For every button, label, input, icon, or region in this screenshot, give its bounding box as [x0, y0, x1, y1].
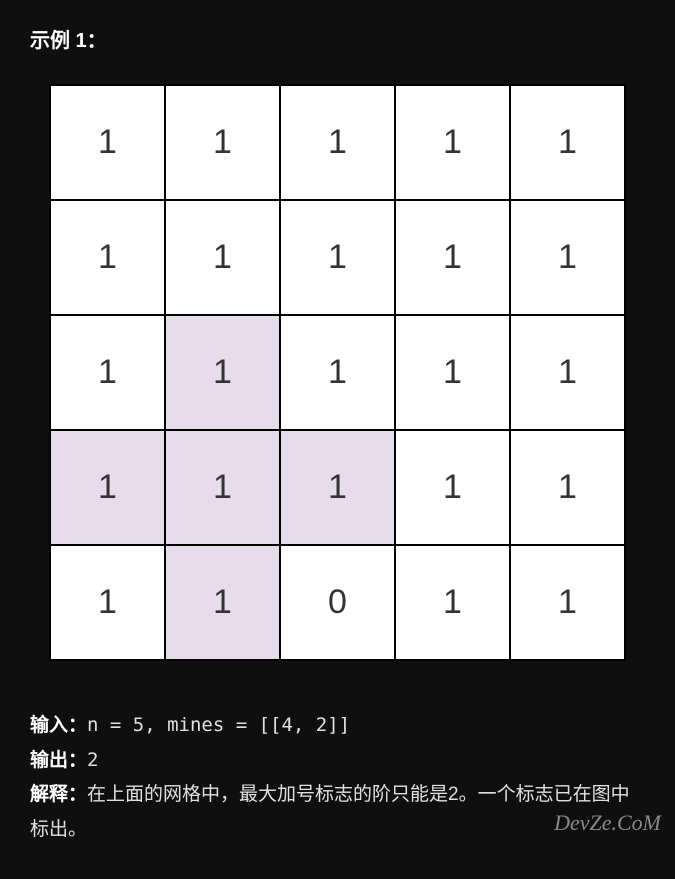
grid-cell: 1 [509, 544, 626, 661]
grid-cell: 1 [394, 84, 511, 201]
grid-cell: 1 [49, 429, 166, 546]
output-line: 输出：2 [30, 743, 645, 778]
grid-cell: 1 [509, 199, 626, 316]
grid-cell: 1 [164, 84, 281, 201]
grid-row: 11111 [50, 200, 625, 315]
example-heading: 示例 1： [30, 24, 645, 53]
grid-container: 1111111111111111111111011 [30, 85, 645, 660]
input-line: 输入：n = 5, mines = [[4, 2]] [30, 708, 645, 743]
grid-cell: 1 [509, 84, 626, 201]
grid-cell: 1 [49, 544, 166, 661]
grid-cell: 1 [164, 199, 281, 316]
grid-cell: 1 [49, 314, 166, 431]
grid-cell: 1 [279, 314, 396, 431]
grid-cell: 1 [394, 429, 511, 546]
grid-row: 11111 [50, 85, 625, 200]
explanation-block: 输入：n = 5, mines = [[4, 2]] 输出：2 解释：在上面的网… [30, 708, 645, 847]
grid-row: 11111 [50, 315, 625, 430]
input-value: n = 5, mines = [[4, 2]] [87, 714, 350, 736]
grid-cell: 1 [49, 199, 166, 316]
grid-row: 11011 [50, 545, 625, 660]
grid-cell: 1 [509, 429, 626, 546]
input-label: 输入： [30, 715, 87, 736]
output-value: 2 [87, 749, 98, 771]
grid-cell: 1 [394, 544, 511, 661]
grid: 1111111111111111111111011 [50, 85, 625, 660]
grid-cell: 0 [279, 544, 396, 661]
grid-cell: 1 [279, 84, 396, 201]
explain-label: 解释： [30, 784, 87, 805]
grid-cell: 1 [394, 199, 511, 316]
grid-cell: 1 [164, 429, 281, 546]
grid-cell: 1 [279, 429, 396, 546]
output-label: 输出： [30, 750, 87, 771]
grid-cell: 1 [49, 84, 166, 201]
grid-row: 11111 [50, 430, 625, 545]
explain-text: 在上面的网格中，最大加号标志的阶只能是2。一个标志已在图中标出。 [30, 784, 630, 839]
grid-cell: 1 [164, 544, 281, 661]
grid-cell: 1 [279, 199, 396, 316]
grid-cell: 1 [164, 314, 281, 431]
explain-line: 解释：在上面的网格中，最大加号标志的阶只能是2。一个标志已在图中标出。 [30, 778, 645, 846]
grid-cell: 1 [394, 314, 511, 431]
grid-cell: 1 [509, 314, 626, 431]
